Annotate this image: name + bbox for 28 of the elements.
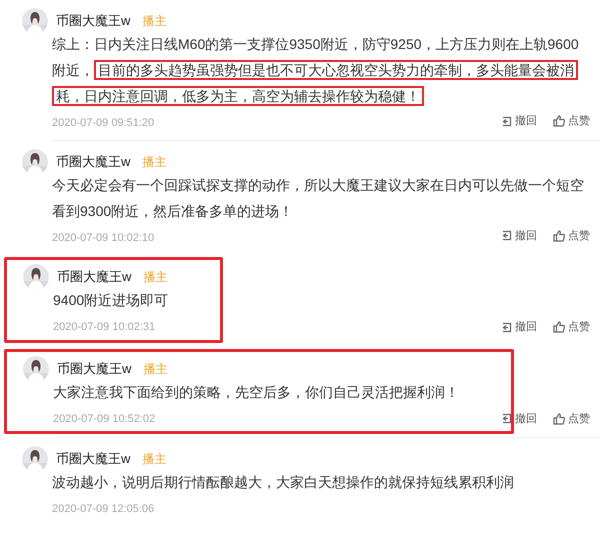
timestamp: 2020-07-09 10:52:02 xyxy=(53,412,156,426)
withdraw-button[interactable]: 撤回 xyxy=(500,410,537,427)
host-label: 播主 xyxy=(143,360,168,378)
host-label: 播主 xyxy=(142,451,166,468)
withdraw-button[interactable]: 撤回 xyxy=(500,319,537,336)
comment-text: 综上：日内关注日线M60的第一支撑位9350附近，防守9250，上方压力则在上轨9600附近， 目前的多头趋势虽强势但是也不可大心忽视空头势力的牵制，多头能量会被消耗，日内注意回调，低多为主，高空为辅去操作较为稳健！ xyxy=(51,35,580,108)
withdraw-button[interactable]: 撤回 xyxy=(500,113,537,130)
timestamp: 2020-07-09 09:51:20 xyxy=(52,116,154,131)
host-label: 播主 xyxy=(142,154,166,170)
comment-text: 9400附近进场即可 xyxy=(52,291,170,310)
author-name[interactable]: 币圈大魔王w xyxy=(57,267,132,287)
host-label: 播主 xyxy=(142,13,166,30)
author-name[interactable]: 币圈大魔王w xyxy=(57,358,132,378)
like-button[interactable]: 点赞 xyxy=(553,410,590,427)
author-name[interactable]: 币圈大魔王w xyxy=(56,152,130,172)
timestamp: 2020-07-09 12:05:06 xyxy=(52,502,154,517)
host-label: 播主 xyxy=(143,269,168,286)
timestamp: 2020-07-09 10:02:10 xyxy=(52,230,154,246)
timestamp: 2020-07-09 10:02:31 xyxy=(53,320,156,335)
comment-text: 大家注意我下面给到的策略，先空后多，你们自己灵活把握利润！ xyxy=(52,382,460,402)
comment-text: 今天必定会有一个回踩试探支撑的动作，所以大魔王建议大家在日内可以先做一个短空看到9300附近，然后准备多单的进场！ xyxy=(51,176,585,220)
author-name[interactable]: 币圈大魔王w xyxy=(56,449,130,469)
author-name[interactable]: 币圈大魔王w xyxy=(56,11,130,31)
like-button[interactable]: 点赞 xyxy=(553,113,590,130)
like-button[interactable]: 点赞 xyxy=(553,228,590,244)
comment-text: 波动越小，说明后期行情酝酿越大，大家白天想操作的就保持短线累积利润 xyxy=(51,473,515,492)
like-button[interactable]: 点赞 xyxy=(553,319,590,336)
withdraw-button[interactable]: 撤回 xyxy=(500,228,537,244)
